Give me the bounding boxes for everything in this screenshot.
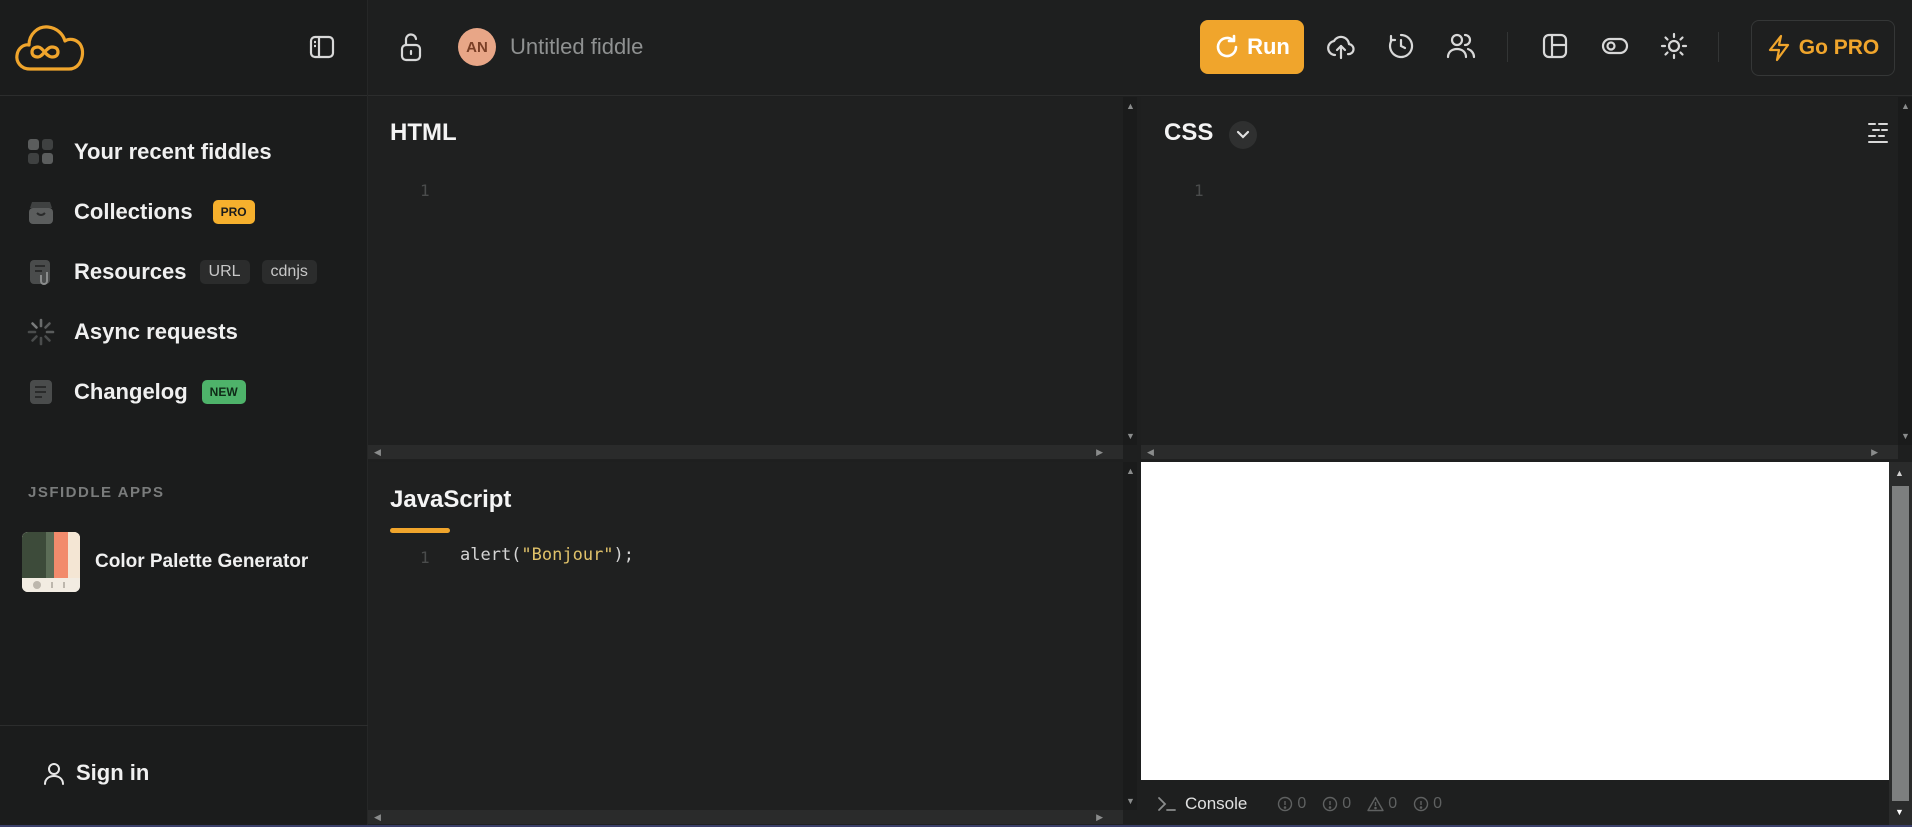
sign-in-button[interactable]: Sign in [42, 760, 149, 786]
toolbar-divider [1507, 32, 1508, 62]
css-editor-pane: CSS 1 ◀ ▶ [1141, 97, 1898, 460]
sidebar-nav: Your recent fiddles Collections PRO Reso… [0, 96, 367, 422]
result-preview[interactable] [1141, 462, 1889, 780]
run-button[interactable]: Run [1200, 20, 1304, 74]
warning-count-value: 0 [1388, 794, 1398, 812]
sun-icon[interactable] [1660, 32, 1688, 60]
warning-count[interactable]: 0 [1367, 795, 1397, 813]
result-vertical-scrollbar[interactable]: ▲ ▼ [1889, 462, 1912, 827]
error-count[interactable]: 0 [1322, 795, 1351, 813]
toolbar-divider [1718, 32, 1719, 62]
refresh-icon [1214, 34, 1247, 60]
unlock-icon[interactable] [398, 32, 424, 62]
history-icon[interactable] [1387, 32, 1415, 60]
cloud-infinity-icon[interactable] [14, 20, 86, 72]
run-label: Run [1247, 34, 1290, 59]
sidebar-item-collections[interactable]: Collections PRO [0, 182, 367, 242]
new-badge: NEW [201, 380, 246, 404]
warning-icon [1367, 796, 1384, 811]
sidebar-item-async-requests[interactable]: Async requests [0, 302, 367, 362]
html-editor-pane: HTML 1 ◀ ▶ ▲ ▼ [368, 97, 1137, 460]
sidebar-header [0, 0, 367, 96]
go-pro-button[interactable]: Go PRO [1751, 20, 1895, 76]
javascript-code-area[interactable]: alert("Bonjour"); [460, 545, 634, 565]
console-label[interactable]: Console [1185, 794, 1247, 814]
chevron-down-icon[interactable] [1229, 121, 1257, 149]
javascript-editor-pane: JavaScript 1 alert("Bonjour"); ◀ ▶ ▲ ▼ [368, 462, 1137, 827]
top-bar: AN Run [368, 0, 1912, 96]
sign-in-label: Sign in [76, 760, 150, 785]
users-icon[interactable] [1446, 32, 1476, 60]
sidebar-item-label: Changelog [74, 379, 188, 404]
app-color-palette-generator[interactable]: Color Palette Generator [22, 532, 308, 592]
error-icon [1323, 796, 1338, 811]
log-count[interactable]: 0 [1413, 795, 1442, 813]
css-vertical-scrollbar[interactable]: ▲ ▼ [1898, 97, 1912, 445]
format-icon[interactable] [1867, 121, 1889, 145]
archive-box-icon [26, 197, 56, 227]
fiddle-title-input[interactable] [510, 30, 810, 64]
console-bar: Console 0 0 0 0 [1141, 780, 1889, 827]
sidebar-item-label: Your recent fiddles [74, 139, 272, 164]
avatar[interactable]: AN [458, 28, 496, 66]
log-icon [1413, 796, 1429, 811]
code-string-token: "Bonjour" [521, 545, 614, 565]
sidebar: Your recent fiddles Collections PRO Reso… [0, 0, 368, 827]
sidebar-item-label: Collections [74, 199, 193, 224]
palette-thumbnail [22, 532, 80, 592]
sidebar-item-changelog[interactable]: Changelog NEW [0, 362, 367, 422]
info-count[interactable]: 0 [1277, 795, 1306, 813]
html-editor-title: HTML [390, 119, 457, 146]
log-count-value: 0 [1433, 794, 1442, 812]
url-tag[interactable]: URL [199, 260, 250, 284]
css-editor-title: CSS [1164, 119, 1214, 146]
user-icon [42, 761, 66, 785]
spinner-icon [26, 317, 56, 347]
lightning-icon [1767, 34, 1799, 62]
css-code-area[interactable] [1233, 179, 1873, 429]
info-count-value: 0 [1297, 794, 1307, 812]
sidebar-item-label: Async requests [74, 319, 238, 344]
error-count-value: 0 [1342, 794, 1352, 812]
pro-badge: PRO [212, 200, 255, 224]
html-vertical-scrollbar[interactable]: ▲ ▼ [1123, 97, 1137, 445]
info-icon [1278, 796, 1293, 811]
javascript-horizontal-scrollbar[interactable]: ◀ ▶ [368, 810, 1123, 824]
scrollbar-thumb[interactable] [1892, 486, 1909, 801]
sidebar-toggle-icon[interactable] [308, 33, 336, 61]
javascript-editor-title: JavaScript [390, 486, 512, 513]
line-number: 1 [1194, 181, 1204, 200]
sidebar-item-resources[interactable]: Resources URL cdnjs [0, 242, 367, 302]
document-icon [26, 377, 56, 407]
javascript-vertical-scrollbar[interactable]: ▲ ▼ [1123, 462, 1137, 810]
document-attachment-icon [26, 257, 56, 287]
apps-heading: JSFIDDLE APPS [28, 484, 165, 501]
line-number: 1 [420, 548, 430, 567]
css-horizontal-scrollbar[interactable]: ◀ ▶ [1141, 445, 1898, 459]
cdnjs-tag[interactable]: cdnjs [261, 260, 317, 284]
go-pro-label: Go PRO [1798, 36, 1880, 59]
app-label: Color Palette Generator [95, 551, 309, 572]
html-horizontal-scrollbar[interactable]: ◀ ▶ [368, 445, 1123, 459]
layout-icon[interactable] [1541, 32, 1569, 60]
html-code-area[interactable] [460, 179, 1100, 429]
grid-icon [26, 137, 56, 167]
terminal-icon[interactable] [1157, 795, 1177, 813]
code-token: ); [613, 545, 635, 565]
sidebar-footer: Sign in [0, 725, 368, 827]
sidebar-item-recent-fiddles[interactable]: Your recent fiddles [0, 122, 367, 182]
sidebar-item-label: Resources [74, 259, 187, 284]
toggle-icon[interactable] [1600, 32, 1630, 60]
line-number: 1 [420, 181, 430, 200]
cloud-upload-icon[interactable] [1326, 32, 1356, 62]
code-token: alert( [460, 545, 522, 565]
active-tab-indicator [390, 528, 450, 533]
